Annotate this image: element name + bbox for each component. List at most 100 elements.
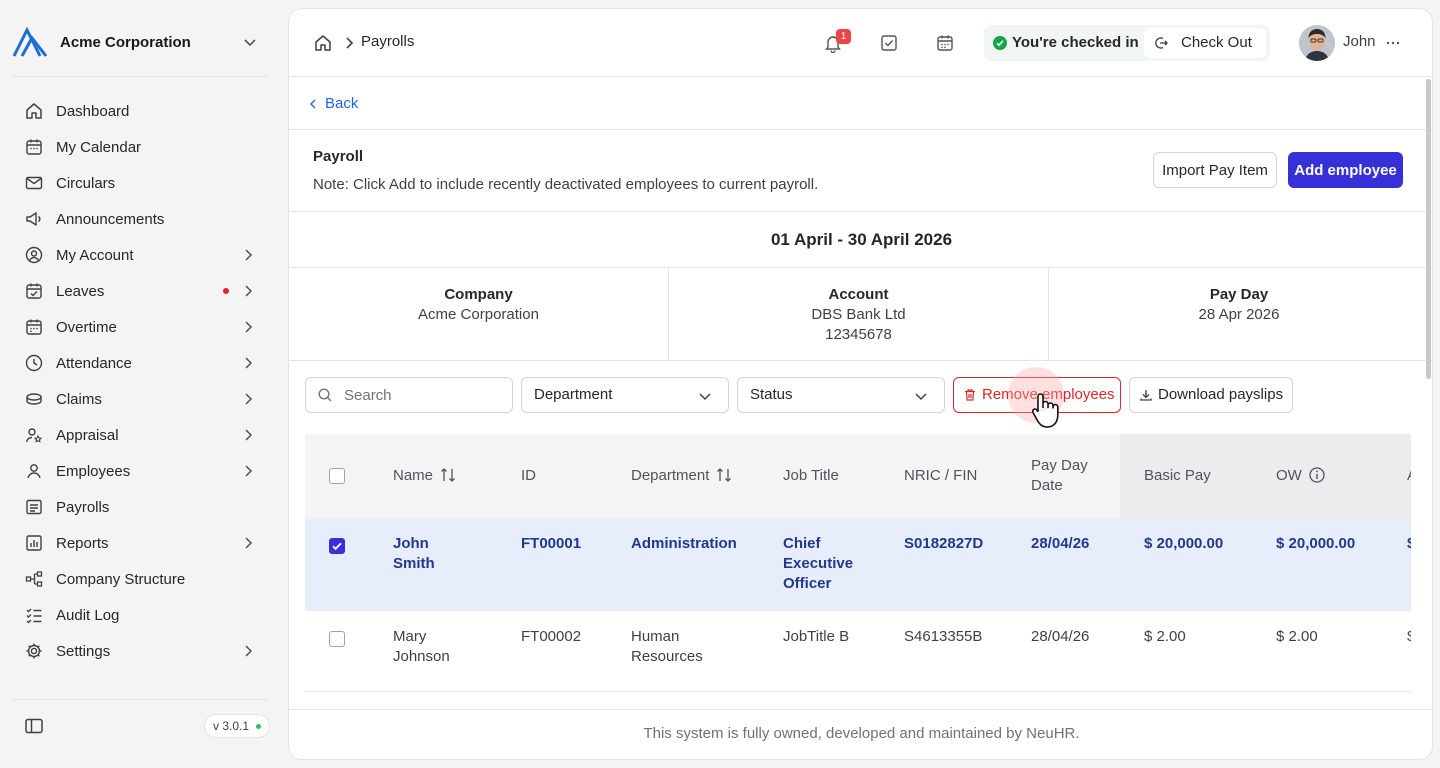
download-payslips-button[interactable]: Download payslips [1129,377,1293,413]
sidebar-item-label: My Account [56,246,134,264]
avatar[interactable] [1299,25,1335,61]
chevron-right-icon[interactable] [240,355,256,371]
sidebar-item-label: Payrolls [56,498,110,516]
chevron-down-icon[interactable] [240,32,260,52]
chevron-right-icon [346,37,354,49]
sidebar-toggle-icon[interactable] [24,716,44,736]
org-chart-icon [24,569,44,589]
department-select[interactable]: Department [521,377,729,413]
column-name[interactable]: Name [393,466,457,486]
user-star-icon [24,425,44,445]
column-department[interactable]: Department [631,466,733,486]
clock-icon [24,353,44,373]
status-dot [256,724,262,729]
row-checkbox[interactable] [329,631,345,647]
payroll-info-grid: Company Acme Corporation Account DBS Ban… [289,268,1432,361]
cell-id: FT00001 [521,535,582,552]
calendar-icon[interactable] [935,33,955,53]
info-icon[interactable] [1308,466,1326,484]
payroll-header: Payroll Note: Click Add to include recen… [289,130,1432,212]
column-overflow: A [1407,466,1411,486]
chevron-right-icon[interactable] [240,283,256,299]
user-name[interactable]: John [1343,33,1376,50]
cell-overflow: $ [1407,534,1411,554]
sort-icon [717,468,732,482]
cell-name[interactable]: Mary Johnson [393,627,463,667]
sidebar-item-label: Attendance [56,354,132,372]
sidebar-item-reports[interactable]: Reports [12,525,268,561]
sidebar-item-label: Leaves [56,282,105,300]
sidebar-item-my-account[interactable]: My Account [12,237,268,273]
sidebar-item-employees[interactable]: Employees [12,453,268,489]
list-check-icon [24,605,44,625]
sidebar-item-overtime[interactable]: Overtime [12,309,268,345]
sidebar-item-label: Claims [56,390,102,408]
sidebar-item-payrolls[interactable]: Payrolls [12,489,268,525]
divider [12,699,268,700]
scrollbar-thumb[interactable] [1426,79,1431,379]
payroll-period: 01 April - 30 April 2026 [289,212,1432,268]
sidebar-item-label: Announcements [56,210,165,228]
search-input[interactable] [344,385,504,405]
report-icon [24,533,44,553]
version-badge: v 3.0.1 [204,714,271,738]
divider [12,76,268,77]
status-select-label: Status [750,386,793,403]
sidebar-item-leaves[interactable]: Leaves [12,273,268,309]
cell-basic-pay: $ 2.00 [1144,628,1186,645]
sidebar-item-circulars[interactable]: Circulars [12,165,268,201]
payday-info: Pay Day 28 Apr 2026 [1049,268,1429,360]
footer-text: This system is fully owned, developed an… [289,709,1432,759]
cell-nric: S4613355B [904,628,983,645]
sidebar-item-dashboard[interactable]: Dashboard [12,93,268,129]
download-payslips-label: Download payslips [1158,386,1284,403]
sidebar-item-claims[interactable]: Claims [12,381,268,417]
sidebar-item-label: Dashboard [56,102,130,120]
sidebar-item-appraisal[interactable]: Appraisal [12,417,268,453]
row-checkbox[interactable] [329,538,345,554]
user-circle-icon [24,245,44,265]
select-all-checkbox[interactable] [329,468,345,484]
breadcrumb[interactable]: Payrolls [361,33,414,50]
table-row[interactable]: Mary Johnson FT00002 Human Resources Job… [305,611,1411,692]
check-out-button[interactable]: Check Out [1144,28,1266,58]
chevron-right-icon[interactable] [240,427,256,443]
status-select[interactable]: Status [737,377,945,413]
back-link[interactable]: Back [307,95,358,112]
cell-name[interactable]: John Smith [393,534,463,574]
import-pay-item-button[interactable]: Import Pay Item [1153,152,1277,188]
column-pay-day-date: Pay Day Date [1031,457,1088,494]
sidebar-item-label: Company Structure [56,570,186,588]
column-basic-pay: Basic Pay [1144,467,1211,484]
org-switcher[interactable]: Acme Corporation [12,26,268,58]
chevron-down-icon [699,393,711,401]
chevron-right-icon[interactable] [240,643,256,659]
table-row[interactable]: John Smith FT00001 Administration Chief … [305,518,1411,611]
trash-icon [965,389,975,401]
chevron-right-icon[interactable] [240,391,256,407]
sidebar-item-announcements[interactable]: Announcements [12,201,268,237]
column-name-label: Name [393,467,434,484]
sidebar-item-audit-log[interactable]: Audit Log [12,597,268,633]
gear-icon [24,641,44,661]
add-employee-button[interactable]: Add employee [1288,152,1403,188]
vertical-scrollbar[interactable] [1424,77,1432,697]
chevron-right-icon[interactable] [240,319,256,335]
chevron-right-icon[interactable] [240,463,256,479]
org-name: Acme Corporation [60,33,191,51]
sidebar-item-company-structure[interactable]: Company Structure [12,561,268,597]
chevron-right-icon[interactable] [240,247,256,263]
sidebar-item-label: Reports [56,534,109,552]
employee-table: Name ID Department Job Title NRIC / FIN … [305,434,1411,699]
company-logo-icon [12,26,48,57]
more-horizontal-icon[interactable] [1383,33,1403,53]
chevron-right-icon[interactable] [240,535,256,551]
sidebar: Acme Corporation Dashboard My Calendar Cir… [0,0,280,768]
sidebar-item-label: Circulars [56,174,116,192]
sidebar-item-attendance[interactable]: Attendance [12,345,268,381]
tasks-icon[interactable] [879,33,899,53]
sidebar-item-my-calendar[interactable]: My Calendar [12,129,268,165]
account-number: 12345678 [825,326,892,343]
home-icon[interactable] [313,33,333,53]
sidebar-item-settings[interactable]: Settings [12,633,268,669]
